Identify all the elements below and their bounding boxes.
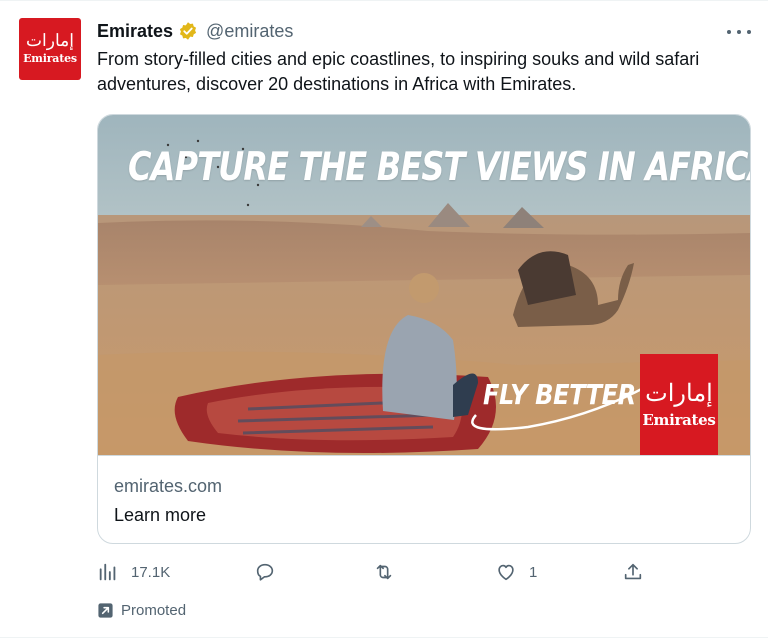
tweet-text: From story-filled cities and epic coastl… <box>97 49 700 94</box>
link-card[interactable]: CAPTURE THE BEST VIEWS IN AFRICA FLY BET… <box>97 114 751 544</box>
speech-bubble-icon <box>256 563 274 581</box>
share-button[interactable] <box>622 559 644 585</box>
more-options-icon[interactable] <box>727 22 751 42</box>
promoted-text: Promoted <box>121 601 187 619</box>
handle[interactable]: @emirates <box>206 21 293 42</box>
retweet-button[interactable] <box>373 559 395 585</box>
card-image[interactable]: CAPTURE THE BEST VIEWS IN AFRICA FLY BET… <box>98 115 750 455</box>
avatar-brand-text: Emirates <box>23 52 77 65</box>
action-bar: 17.1K 1 <box>97 559 657 585</box>
promoted-label[interactable]: Promoted <box>97 600 186 620</box>
card-headline: CAPTURE THE BEST VIEWS IN AFRICA <box>128 145 750 190</box>
top-divider <box>0 0 768 1</box>
card-tagline: FLY BETTER <box>483 378 636 411</box>
logo-brand-text: Emirates <box>642 410 716 429</box>
likes-count: 1 <box>529 563 538 581</box>
reply-button[interactable] <box>254 559 276 585</box>
learn-more-link[interactable]: Learn more <box>114 505 206 526</box>
logo-calligraphy: إمارات <box>645 378 713 407</box>
bar-chart-icon <box>99 563 116 581</box>
share-upload-icon <box>624 563 642 580</box>
views-button[interactable]: 17.1K <box>97 559 170 585</box>
views-count: 17.1K <box>131 563 171 581</box>
emirates-logo: إمارات Emirates <box>640 354 718 455</box>
display-name[interactable]: Emirates <box>97 21 173 42</box>
bottom-divider <box>0 637 768 638</box>
card-domain: emirates.com <box>114 476 223 496</box>
tweet-header: Emirates @emirates <box>97 19 293 43</box>
promoted-arrow-icon <box>98 602 113 618</box>
retweet-icon <box>376 564 392 580</box>
card-footer[interactable]: emirates.com Learn more <box>98 455 750 543</box>
avatar-calligraphy: إمارات <box>26 31 74 51</box>
verified-badge-icon[interactable] <box>178 21 198 41</box>
heart-icon <box>498 564 514 581</box>
avatar[interactable]: إمارات Emirates <box>19 18 81 80</box>
like-button[interactable]: 1 <box>495 559 537 585</box>
